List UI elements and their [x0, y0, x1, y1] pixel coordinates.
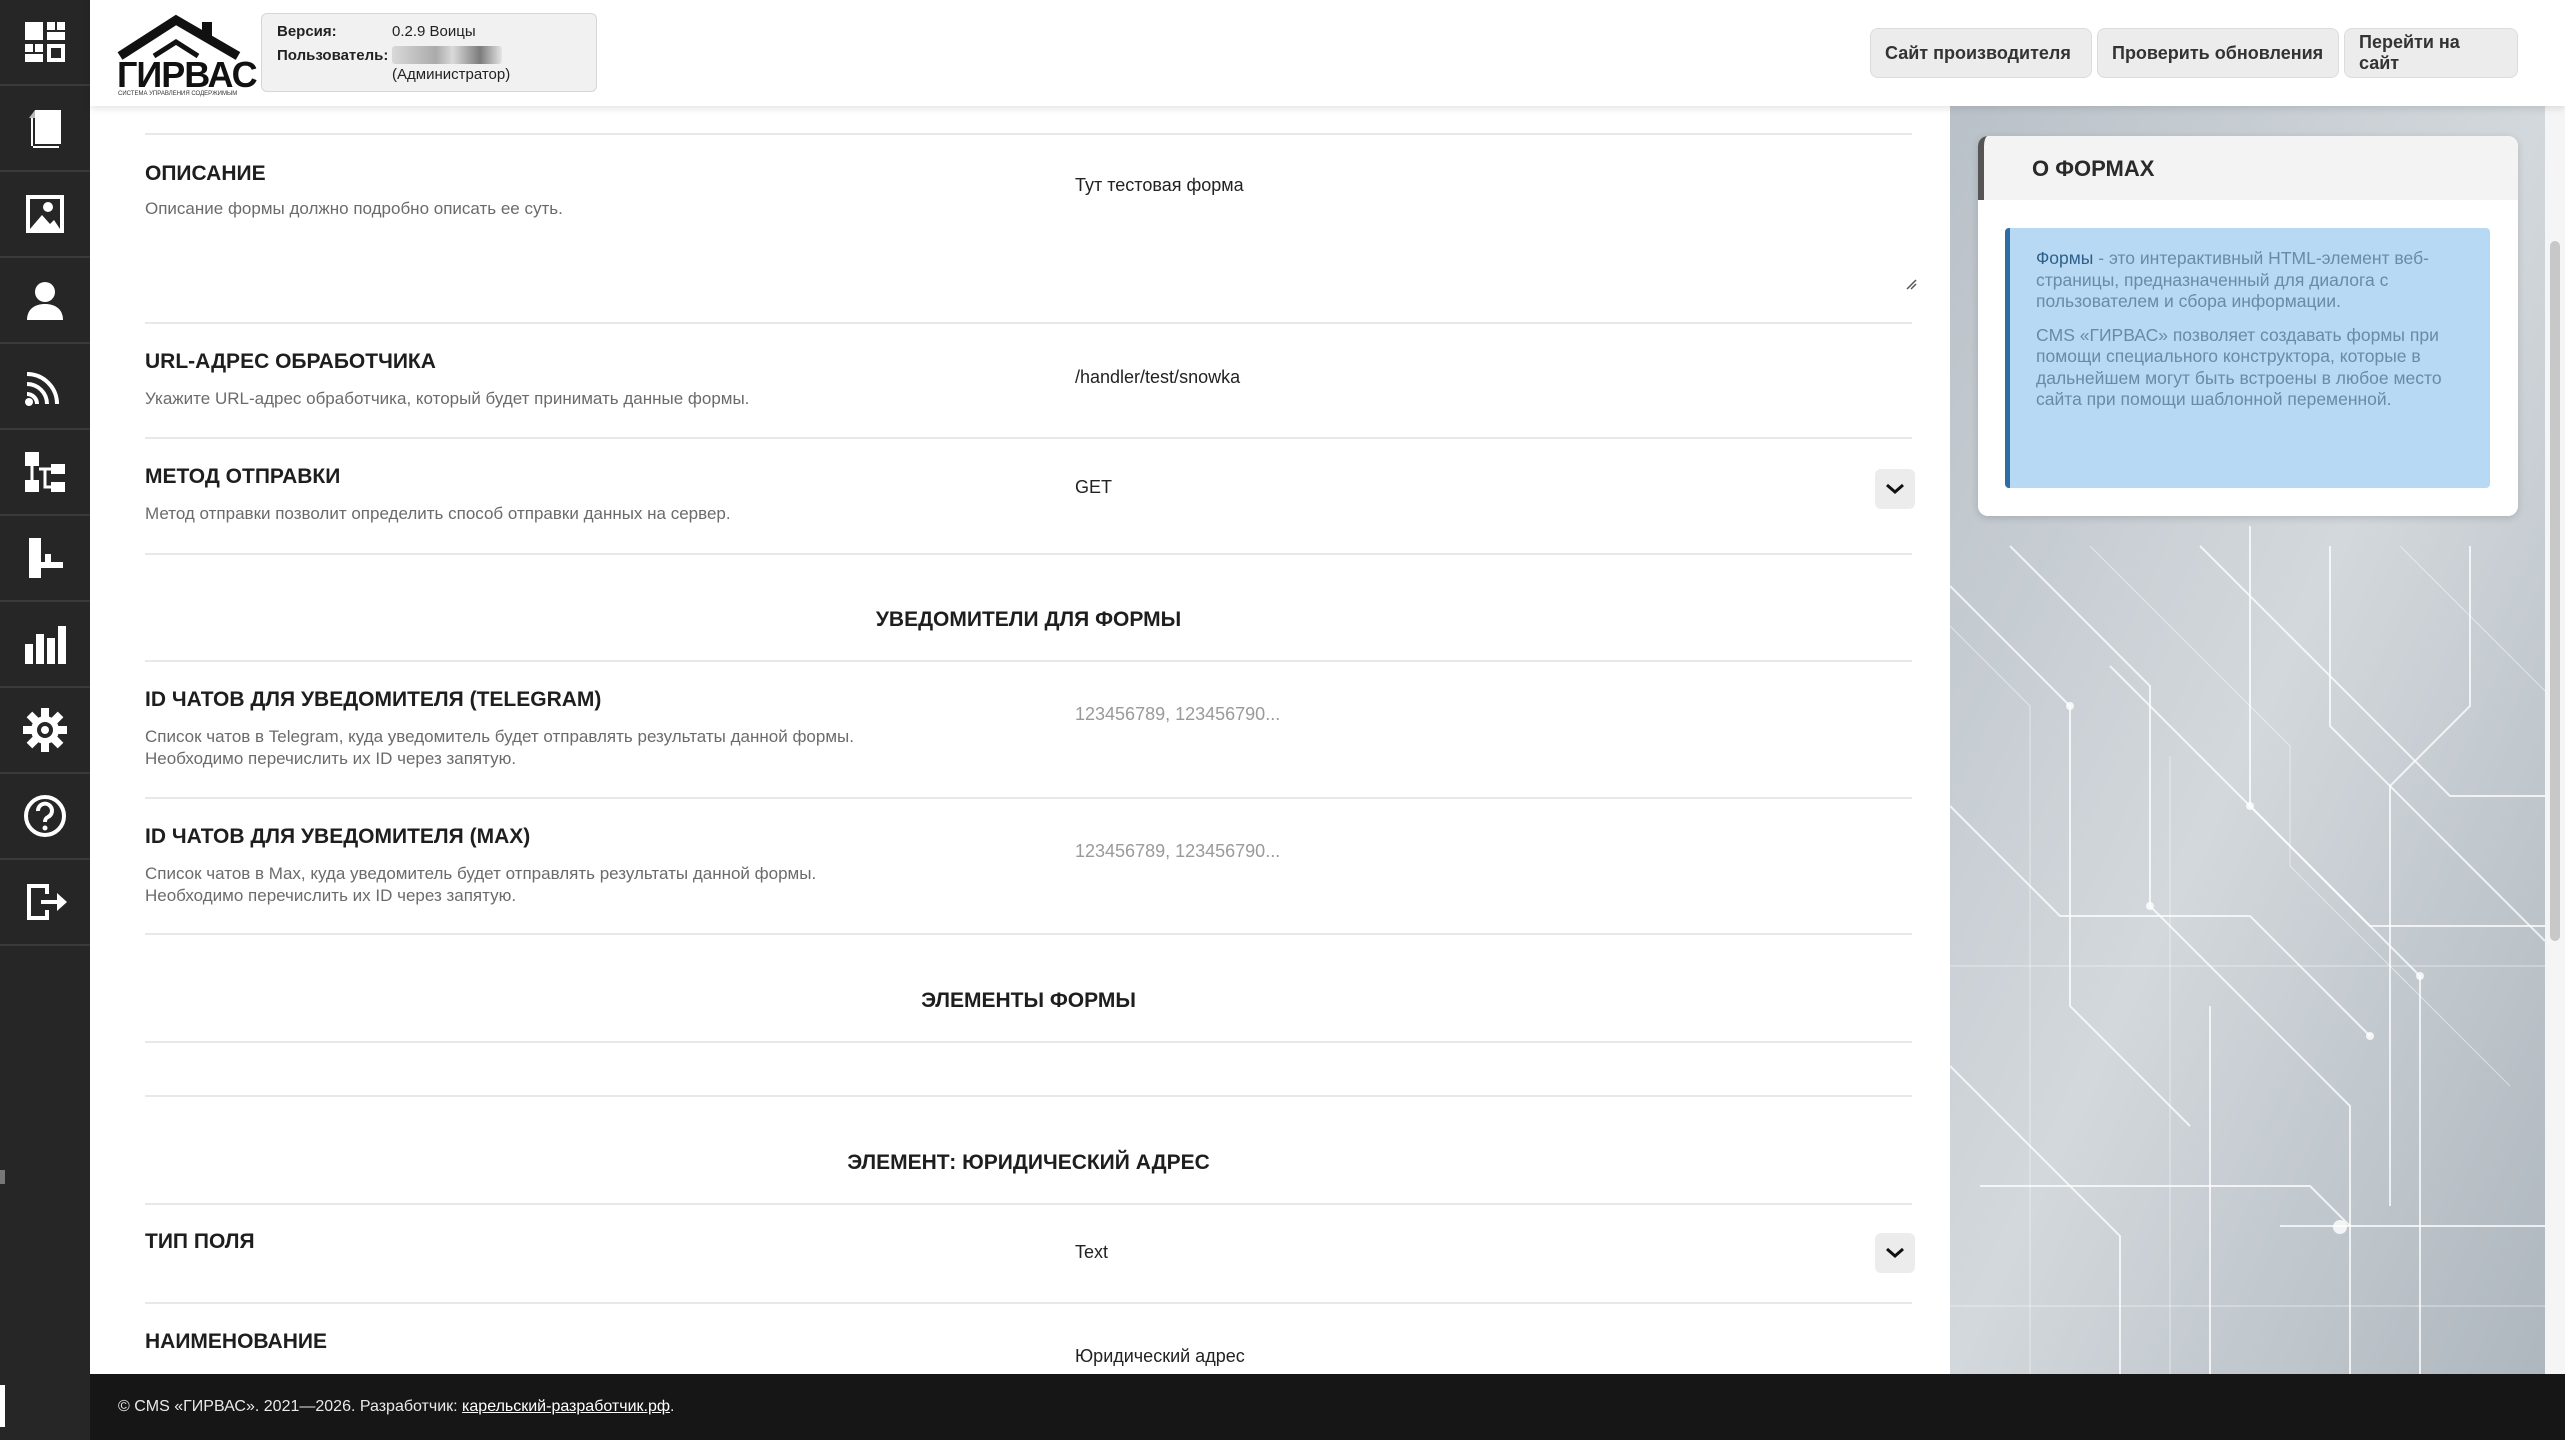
- divider: [145, 553, 1912, 555]
- sidebar-item-media[interactable]: [0, 172, 90, 258]
- bar-chart-icon: [25, 626, 66, 664]
- telegram-ids-label: ID ЧАТОВ ДЛЯ УВЕДОМИТЕЛЯ (TELEGRAM): [145, 688, 602, 711]
- dashboard-icon: [25, 22, 65, 62]
- sidebar-marker: [0, 1385, 5, 1427]
- image-icon: [26, 195, 64, 233]
- notifiers-section-title: УВЕДОМИТЕЛИ ДЛЯ ФОРМЫ: [875, 608, 1182, 631]
- telegram-ids-input[interactable]: 123456789, 123456790...: [1075, 704, 1280, 725]
- logout-icon: [27, 884, 67, 920]
- field-type-select[interactable]: Text: [1075, 1242, 1108, 1263]
- divider: [145, 1302, 1912, 1304]
- divider: [145, 437, 1912, 439]
- elements-section-title: ЭЛЕМЕНТЫ ФОРМЫ: [921, 989, 1136, 1012]
- sidebar-item-stats[interactable]: [0, 602, 90, 688]
- handler-url-label: URL-АДРЕС ОБРАБОТЧИКА: [145, 350, 436, 373]
- sidebar-item-pages[interactable]: [0, 86, 90, 172]
- go-to-site-button[interactable]: Перейти на сайт: [2344, 28, 2518, 78]
- description-hint: Описание формы должно подробно описать е…: [145, 199, 563, 218]
- footer-text: © CMS «ГИРВАС». 2021—2026. Разработчик: …: [118, 1398, 674, 1416]
- about-forms-info-box: Формы - это интерактивный HTML-элемент в…: [2005, 228, 2490, 488]
- divider: [145, 322, 1912, 324]
- description-textarea[interactable]: Тут тестовая форма: [1075, 175, 1244, 196]
- sidebar-item-settings[interactable]: [0, 688, 90, 774]
- divider: [145, 933, 1912, 935]
- max-ids-input[interactable]: 123456789, 123456790...: [1075, 841, 1280, 862]
- about-forms-paragraph: Формы - это интерактивный HTML-элемент в…: [2036, 248, 2468, 313]
- footer-suffix: .: [670, 1398, 675, 1415]
- handler-url-input[interactable]: /handler/test/snowka: [1075, 367, 1240, 388]
- user-label: Пользователь:: [277, 47, 389, 64]
- footer-copyright: © CMS «ГИРВАС». 2021—2026. Разработчик:: [118, 1398, 463, 1415]
- about-forms-text: - это интерактивный HTML-элемент веб-стр…: [2036, 248, 2429, 311]
- handler-url-hint: Укажите URL-адрес обработчика, который б…: [145, 389, 750, 408]
- check-updates-button[interactable]: Проверить обновления: [2097, 28, 2339, 78]
- sidebar: [0, 0, 90, 1440]
- sidebar-item-feeds[interactable]: [0, 344, 90, 430]
- help-icon: [24, 795, 66, 837]
- max-ids-label: ID ЧАТОВ ДЛЯ УВЕДОМИТЕЛЯ (MAX): [145, 825, 531, 848]
- rss-icon: [25, 372, 59, 406]
- divider: [145, 1041, 1912, 1043]
- max-ids-hint-line: Список чатов в Max, куда уведомитель буд…: [145, 864, 817, 883]
- version-info-box: Версия: 0.2.9 Воицы Пользователь: (Админ…: [261, 13, 597, 92]
- vendor-site-button[interactable]: Сайт производителя: [1870, 28, 2092, 78]
- user-name-redacted: [392, 46, 502, 64]
- logo-subtitle: СИСТЕМА УПРАВЛЕНИЯ СОДЕРЖИМЫМ: [118, 91, 238, 97]
- sidebar-item-help[interactable]: [0, 774, 90, 860]
- method-label: МЕТОД ОТПРАВКИ: [145, 465, 341, 488]
- telegram-ids-hint-line: Список чатов в Telegram, куда уведомител…: [145, 727, 854, 746]
- version-label: Версия:: [277, 23, 337, 40]
- element-section-title: ЭЛЕМЕНТ: ЮРИДИЧЕСКИЙ АДРЕС: [847, 1151, 1210, 1174]
- divider: [145, 797, 1912, 799]
- max-ids-hint: Список чатов в Max, куда уведомитель буд…: [145, 863, 1045, 907]
- user-icon: [27, 282, 63, 320]
- field-type-select-toggle[interactable]: [1875, 1233, 1915, 1273]
- max-ids-hint-line: Необходимо перечислить их ID через запят…: [145, 886, 517, 905]
- version-value: 0.2.9 Воицы: [392, 23, 476, 40]
- about-forms-card-header: О ФОРМАХ: [1978, 136, 2518, 200]
- description-label: ОПИСАНИЕ: [145, 162, 266, 185]
- telegram-ids-hint: Список чатов в Telegram, куда уведомител…: [145, 726, 1045, 770]
- sidebar-item-logout[interactable]: [0, 860, 90, 946]
- header: ГИРВАС СИСТЕМА УПРАВЛЕНИЯ СОДЕРЖИМЫМ Вер…: [90, 0, 2565, 106]
- method-hint: Метод отправки позволит определить спосо…: [145, 504, 731, 523]
- sidebar-item-users[interactable]: [0, 258, 90, 344]
- resize-grip-icon[interactable]: [1905, 278, 1917, 290]
- sidebar-item-structure[interactable]: [0, 430, 90, 516]
- form-panel: ОПИСАНИЕ Описание формы должно подробно …: [90, 106, 1950, 1374]
- about-forms-keyword: Формы: [2036, 248, 2094, 268]
- field-type-label: ТИП ПОЛЯ: [145, 1230, 255, 1253]
- logo[interactable]: ГИРВАС СИСТЕМА УПРАВЛЕНИЯ СОДЕРЖИМЫМ: [114, 12, 258, 97]
- element-name-input[interactable]: Юридический адрес: [1075, 1346, 1245, 1367]
- element-name-label: НАИМЕНОВАНИЕ: [145, 1330, 327, 1353]
- chevron-down-icon: [1886, 1247, 1904, 1258]
- page-scrollbar[interactable]: [2545, 106, 2565, 1374]
- method-select[interactable]: GET: [1075, 477, 1112, 498]
- method-select-toggle[interactable]: [1875, 469, 1915, 509]
- gear-icon: [23, 708, 67, 752]
- about-forms-title: О ФОРМАХ: [2032, 156, 2155, 181]
- developer-link[interactable]: карельский-разработчик.рф: [462, 1398, 670, 1415]
- logo-text: ГИРВАС: [117, 54, 258, 95]
- paint-roller-icon: [29, 538, 63, 578]
- right-panel: О ФОРМАХ Формы - это интерактивный HTML-…: [1950, 106, 2545, 1374]
- chevron-down-icon: [1886, 483, 1904, 494]
- divider: [145, 133, 1912, 135]
- footer: © CMS «ГИРВАС». 2021—2026. Разработчик: …: [90, 1374, 2565, 1440]
- about-forms-paragraph: CMS «ГИРВАС» позволяет создавать формы п…: [2036, 324, 2442, 410]
- sidebar-marker: [0, 1170, 5, 1184]
- sidebar-item-design[interactable]: [0, 516, 90, 602]
- user-role: (Администратор): [392, 66, 511, 83]
- divider: [145, 660, 1912, 662]
- sidebar-item-dashboard[interactable]: [0, 0, 90, 86]
- telegram-ids-hint-line: Необходимо перечислить их ID через запят…: [145, 749, 517, 768]
- divider: [145, 1095, 1912, 1097]
- sitemap-icon: [25, 452, 65, 492]
- about-forms-card: О ФОРМАХ Формы - это интерактивный HTML-…: [1978, 136, 2518, 516]
- scrollbar-thumb[interactable]: [2550, 241, 2560, 941]
- pages-icon: [29, 110, 61, 148]
- divider: [145, 1203, 1912, 1205]
